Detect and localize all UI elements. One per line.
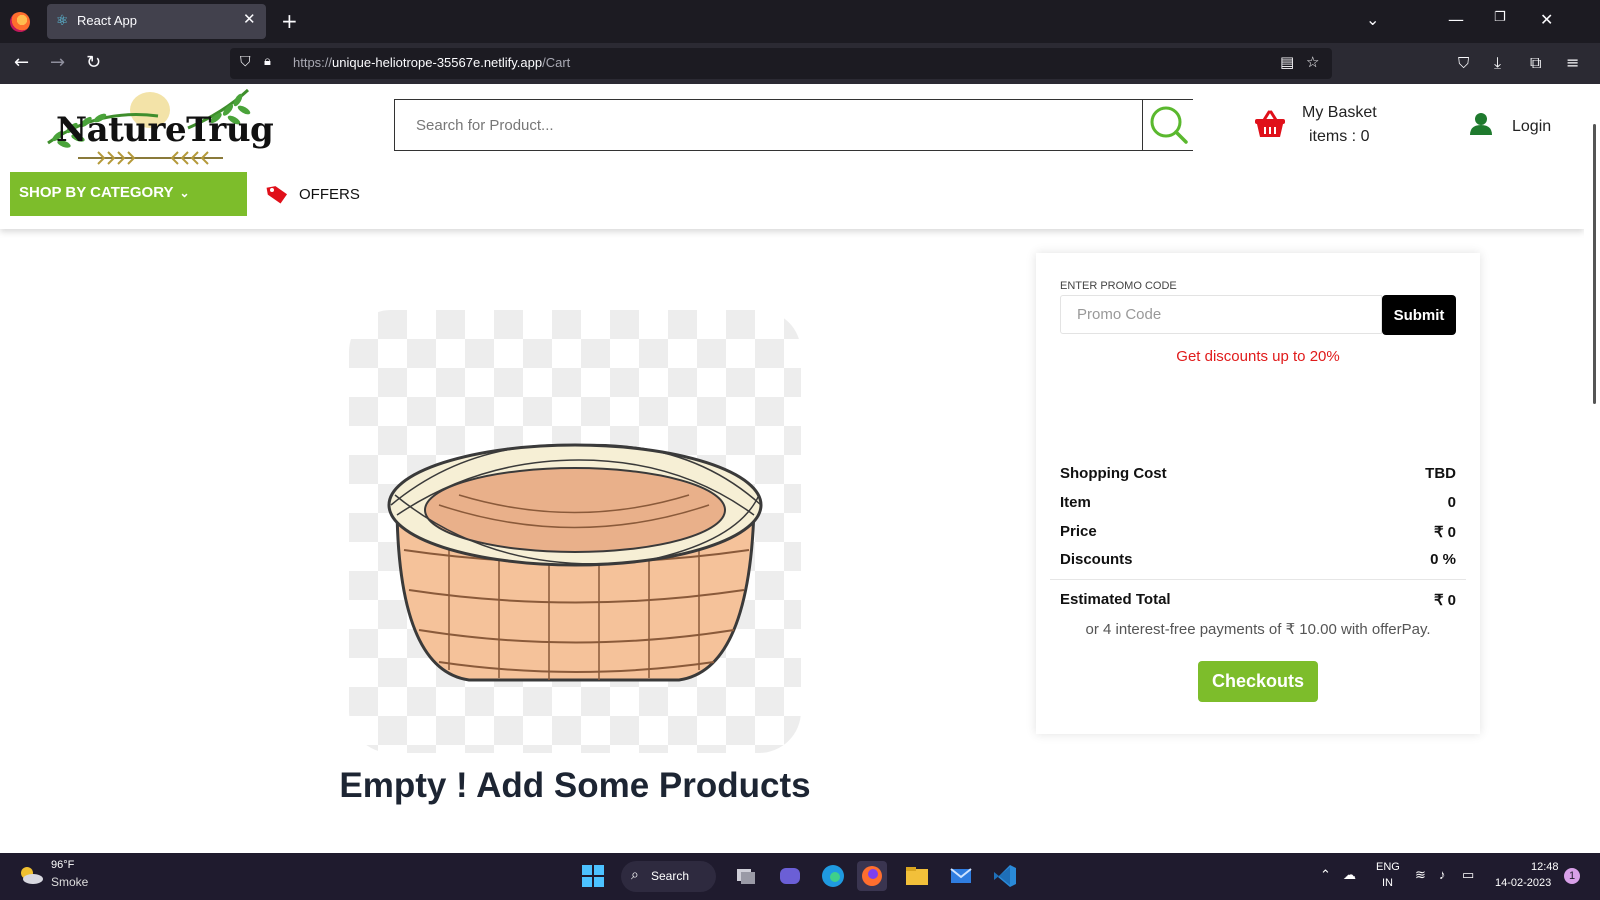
page-content: NatureTrug My Basket items : 0 Login	[0, 84, 1584, 853]
discounts-row: Discounts 0 %	[1060, 551, 1456, 573]
pocket-icon[interactable]: ⛉	[1458, 52, 1469, 74]
show-hidden-icons-chevron-icon[interactable]: ⌃	[1320, 867, 1331, 883]
order-summary-card: ENTER PROMO CODE Submit Get discounts up…	[1036, 253, 1480, 734]
firefox-taskbar-icon[interactable]	[857, 861, 887, 891]
category-label: SHOP BY CATEGORY	[19, 184, 174, 201]
promo-submit-button[interactable]: Submit	[1382, 295, 1456, 335]
volume-icon[interactable]: ♪	[1439, 867, 1446, 882]
shopping-cost-value: TBD	[1425, 465, 1456, 482]
basket-item-count[interactable]: items : 0	[1309, 128, 1369, 146]
promo-discount-note: Get discounts up to 20%	[1176, 348, 1340, 365]
language-indicator[interactable]: ENG	[1376, 861, 1400, 873]
url-bar[interactable]: ⛉ 🔒︎ https://unique-heliotrope-35567e.ne…	[230, 48, 1332, 79]
vscode-icon[interactable]	[990, 861, 1020, 891]
item-count-row: Item 0	[1060, 494, 1456, 516]
firefox-icon[interactable]	[10, 12, 30, 32]
empty-cart-message: Empty ! Add Some Products	[339, 766, 811, 805]
taskbar-search-label: Search	[651, 869, 690, 883]
page-scrollbar[interactable]	[1584, 84, 1600, 853]
search-icon	[1150, 106, 1188, 144]
file-explorer-icon[interactable]	[902, 861, 932, 891]
shop-by-category-button[interactable]: SHOP BY CATEGORY ⌄	[10, 172, 247, 216]
offers-link[interactable]: OFFERS	[299, 186, 360, 203]
react-icon: ⚛	[56, 13, 69, 29]
url-text[interactable]: https://unique-heliotrope-35567e.netlify…	[293, 55, 570, 70]
edge-browser-icon[interactable]	[818, 861, 848, 891]
task-view-icon[interactable]	[731, 861, 761, 891]
minimize-icon[interactable]: —	[1448, 10, 1464, 29]
windows-taskbar: 96°F Smoke ⌕ Search ⌃ ☁ ENG IN ≋ ♪ ▭ 12:…	[0, 853, 1600, 900]
site-header: NatureTrug My Basket items : 0 Login	[0, 84, 1584, 229]
logo-text: NatureTrug	[56, 110, 274, 150]
shield-icon[interactable]: ⛉	[240, 54, 251, 70]
checkout-button[interactable]: Checkouts	[1198, 661, 1318, 702]
mail-icon[interactable]	[946, 861, 976, 891]
discounts-value: 0 %	[1430, 551, 1456, 568]
chevron-down-icon: ⌄	[179, 186, 190, 200]
lock-icon[interactable]: 🔒︎	[264, 54, 271, 69]
price-label: Price	[1060, 523, 1097, 540]
search-button[interactable]	[1142, 100, 1193, 150]
browser-tab[interactable]: ⚛ React App ✕	[47, 4, 266, 39]
bookmark-star-icon[interactable]: ☆	[1306, 53, 1319, 71]
item-count-label: Item	[1060, 494, 1091, 511]
region-indicator[interactable]: IN	[1382, 877, 1393, 889]
weather-temperature[interactable]: 96°F	[51, 859, 74, 871]
battery-icon[interactable]: ▭	[1462, 867, 1474, 883]
weather-cloud-icon[interactable]	[18, 865, 44, 885]
forward-icon[interactable]: →	[50, 52, 65, 74]
estimated-total-row: Estimated Total ₹ 0	[1060, 591, 1456, 613]
download-icon[interactable]: ⤓	[1494, 52, 1501, 74]
back-icon[interactable]: ←	[14, 52, 29, 74]
search-input[interactable]	[395, 100, 1142, 150]
windows-logo-icon	[582, 865, 604, 887]
tab-list-chevron-icon[interactable]: ⌄	[1366, 10, 1379, 29]
basket-label[interactable]: My Basket	[1302, 104, 1377, 122]
reader-view-icon[interactable]: ▤	[1280, 53, 1294, 71]
basket-icon[interactable]	[1254, 110, 1286, 138]
taskbar-search[interactable]: ⌕ Search	[621, 861, 716, 892]
login-link[interactable]: Login	[1512, 118, 1551, 136]
estimated-total-label: Estimated Total	[1060, 591, 1171, 608]
extensions-icon[interactable]: ⧉	[1530, 52, 1541, 74]
close-tab-icon[interactable]: ✕	[243, 10, 256, 28]
browser-nav-bar: ← → ↻ ⛉ 🔒︎ https://unique-heliotrope-355…	[0, 43, 1600, 84]
window-close-icon[interactable]: ✕	[1540, 10, 1553, 29]
restore-icon[interactable]: ❐	[1494, 10, 1506, 25]
browser-tab-bar: ⚛ React App ✕ + ⌄ — ❐ ✕	[0, 0, 1600, 43]
windows-start-icon[interactable]	[578, 861, 608, 891]
logo[interactable]: NatureTrug	[38, 88, 274, 170]
promo-code-label: ENTER PROMO CODE	[1060, 280, 1177, 292]
wicker-basket-illustration	[387, 443, 763, 682]
tab-title: React App	[77, 13, 137, 28]
user-icon[interactable]	[1470, 112, 1492, 136]
price-value: ₹ 0	[1433, 524, 1456, 541]
clock-date[interactable]: 14-02-2023	[1495, 877, 1551, 889]
new-tab-icon[interactable]: +	[281, 9, 298, 33]
summary-divider	[1050, 579, 1466, 580]
shopping-cost-label: Shopping Cost	[1060, 465, 1167, 482]
search-box	[394, 99, 1193, 151]
offerpay-note: or 4 interest-free payments of ₹ 10.00 w…	[1085, 621, 1431, 638]
promo-code-input[interactable]	[1060, 295, 1382, 334]
reload-icon[interactable]: ↻	[86, 52, 101, 74]
price-row: Price ₹ 0	[1060, 523, 1456, 545]
empty-basket-image	[349, 310, 801, 753]
scrollbar-thumb[interactable]	[1593, 124, 1596, 404]
notification-badge[interactable]: 1	[1564, 868, 1580, 884]
menu-icon[interactable]: ≡	[1566, 52, 1579, 74]
search-icon: ⌕	[631, 867, 639, 883]
estimated-total-value: ₹ 0	[1433, 592, 1456, 609]
tag-icon[interactable]	[266, 184, 288, 204]
shopping-cost-row: Shopping Cost TBD	[1060, 465, 1456, 487]
teams-chat-icon[interactable]	[775, 861, 805, 891]
discounts-label: Discounts	[1060, 551, 1133, 568]
weather-description[interactable]: Smoke	[51, 875, 88, 889]
clock-time[interactable]: 12:48	[1531, 861, 1559, 873]
onedrive-icon[interactable]: ☁	[1343, 867, 1356, 883]
item-count-value: 0	[1447, 494, 1456, 511]
wifi-icon[interactable]: ≋	[1415, 867, 1426, 883]
